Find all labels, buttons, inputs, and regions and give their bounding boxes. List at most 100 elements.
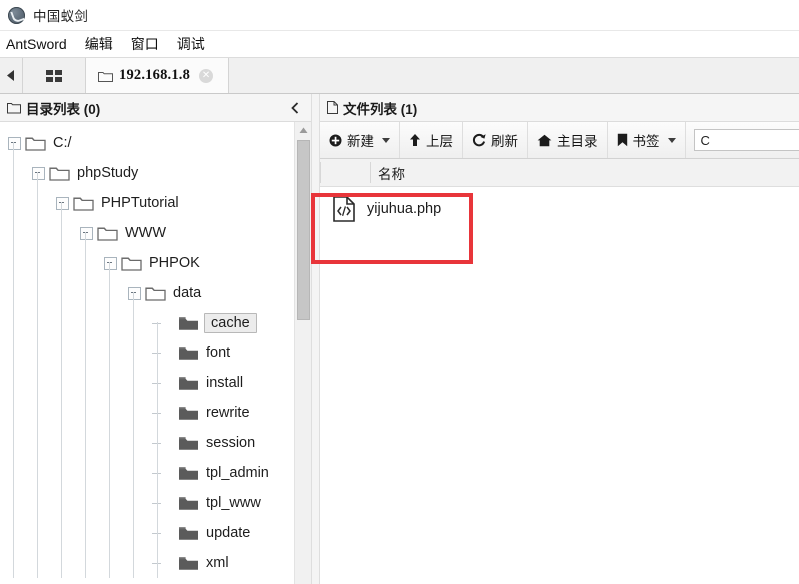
home-directory-button-label: 主目录: [557, 134, 598, 149]
scrollbar-thumb[interactable]: [297, 140, 310, 320]
file-list-body[interactable]: yijuhua.php: [320, 187, 799, 584]
menu-item-debug[interactable]: 调试: [168, 32, 214, 56]
tab-bar-filler: [229, 58, 799, 93]
tree-node[interactable]: cache: [0, 308, 294, 338]
tree-node-label: phpStudy: [77, 165, 139, 181]
tree-node-label: rewrite: [206, 405, 250, 421]
tree-node[interactable]: tpl_www: [0, 488, 294, 518]
folder-closed-icon: [178, 345, 199, 361]
tree-node-label: PHPTutorial: [101, 195, 179, 211]
directory-tree-scrollbar[interactable]: [294, 122, 311, 584]
directory-tree: C:/ phpStudy PHPTutorial WWW PHPOK data cache f…: [0, 122, 294, 578]
title-bar: 中国蚁剑: [0, 0, 799, 31]
folder-closed-icon: [178, 435, 199, 451]
chevron-down-icon[interactable]: [667, 137, 676, 143]
tree-node[interactable]: update: [0, 518, 294, 548]
up-button[interactable]: 上层: [400, 122, 463, 158]
tree-node[interactable]: PHPOK: [0, 248, 294, 278]
tree-expander-collapse-icon[interactable]: [8, 136, 21, 150]
file-panel-header: 文件列表 (1): [320, 94, 799, 122]
tab-label: 192.168.1.8: [119, 67, 191, 83]
plus-circle-icon: [329, 134, 342, 147]
pane-splitter[interactable]: [311, 94, 320, 584]
tree-node[interactable]: phpStudy: [0, 158, 294, 188]
menu-item-edit[interactable]: 编辑: [76, 32, 122, 56]
tree-guide-line: [109, 262, 110, 578]
toolbar-search-area: [686, 122, 799, 158]
tree-node-label: C:/: [53, 135, 72, 151]
directory-tree-scroll-area[interactable]: C:/ phpStudy PHPTutorial WWW PHPOK data cache f…: [0, 122, 311, 584]
file-name-label: yijuhua.php: [367, 201, 442, 217]
folder-open-icon: [97, 225, 118, 241]
folder-closed-icon: [178, 315, 199, 331]
chevron-left-icon: [6, 70, 14, 81]
tree-node[interactable]: C:/: [0, 128, 294, 158]
chevron-down-icon[interactable]: [382, 137, 390, 143]
window-title: 中国蚁剑: [33, 9, 89, 24]
tree-node[interactable]: data: [0, 278, 294, 308]
folder-open-icon: [121, 255, 142, 271]
grid-view-button[interactable]: [23, 58, 86, 93]
tree-node-label: PHPOK: [149, 255, 200, 271]
menu-item-window[interactable]: 窗口: [122, 32, 168, 56]
tree-node[interactable]: rewrite: [0, 398, 294, 428]
tree-node-label: update: [206, 525, 251, 541]
folder-closed-icon: [178, 525, 199, 541]
new-button[interactable]: 新建: [320, 122, 400, 158]
search-input[interactable]: [693, 129, 799, 151]
tree-node-label: xml: [206, 555, 229, 571]
tree-guide-line: [13, 142, 14, 578]
tree-node-label: install: [206, 375, 244, 391]
tree-node-label: tpl_www: [206, 495, 261, 511]
tree-guide-line: [133, 292, 134, 578]
folder-closed-icon: [178, 495, 199, 511]
file-outline-icon: [327, 101, 338, 114]
tree-node-label: session: [206, 435, 256, 451]
tree-expander-collapse-icon[interactable]: [104, 256, 117, 270]
tree-node-label: WWW: [125, 225, 167, 241]
up-button-label: 上层: [426, 134, 453, 149]
chevron-left-icon: [291, 101, 299, 114]
tree-node[interactable]: session: [0, 428, 294, 458]
application-window: 中国蚁剑 AntSword 编辑 窗口 调试 192.168.1.8 ✕ 目录列…: [0, 0, 799, 584]
tab-nav-back-button[interactable]: [0, 58, 23, 93]
home-icon: [537, 134, 552, 147]
bookmark-icon: [617, 133, 628, 147]
menu-item-antsword[interactable]: AntSword: [0, 34, 76, 54]
code-file-icon: [333, 196, 355, 222]
file-list-header: 名称: [320, 159, 799, 187]
tree-node[interactable]: PHPTutorial: [0, 188, 294, 218]
tree-node[interactable]: xml: [0, 548, 294, 578]
refresh-button[interactable]: 刷新: [463, 122, 528, 158]
tab-bar: 192.168.1.8 ✕: [0, 58, 799, 94]
collapse-directory-panel-button[interactable]: [286, 99, 304, 117]
new-button-label: 新建: [347, 134, 374, 149]
tree-node-label: font: [206, 345, 231, 361]
tree-node-label: cache: [204, 313, 257, 333]
folder-closed-icon: [178, 375, 199, 391]
bookmark-button-label: 书签: [632, 134, 660, 149]
tree-node-label: tpl_admin: [206, 465, 269, 481]
bookmark-button[interactable]: 书签: [608, 122, 686, 158]
folder-closed-icon: [178, 555, 199, 571]
column-header-name[interactable]: 名称: [378, 163, 405, 183]
folder-closed-icon: [178, 465, 199, 481]
file-toolbar: 新建 上层 刷新 主目录 书签 C: [320, 122, 799, 159]
tree-expander-collapse-icon[interactable]: [56, 196, 69, 210]
tree-expander-collapse-icon[interactable]: [80, 226, 93, 240]
file-row[interactable]: yijuhua.php: [320, 187, 799, 231]
tree-node[interactable]: font: [0, 338, 294, 368]
tree-node[interactable]: install: [0, 368, 294, 398]
tree-guide-line: [37, 172, 38, 578]
scroll-up-button[interactable]: [295, 122, 311, 138]
tree-expander-collapse-icon[interactable]: [32, 166, 45, 180]
tree-node[interactable]: tpl_admin: [0, 458, 294, 488]
folder-open-icon: [49, 165, 70, 181]
close-circle-icon[interactable]: ✕: [199, 68, 214, 83]
tree-guide-line: [85, 232, 86, 578]
tree-node[interactable]: WWW: [0, 218, 294, 248]
directory-panel-title: 目录列表 (0): [26, 101, 101, 117]
tree-expander-collapse-icon[interactable]: [128, 286, 141, 300]
tab-192-168-1-8[interactable]: 192.168.1.8 ✕: [86, 58, 229, 93]
home-directory-button[interactable]: 主目录: [528, 122, 608, 158]
